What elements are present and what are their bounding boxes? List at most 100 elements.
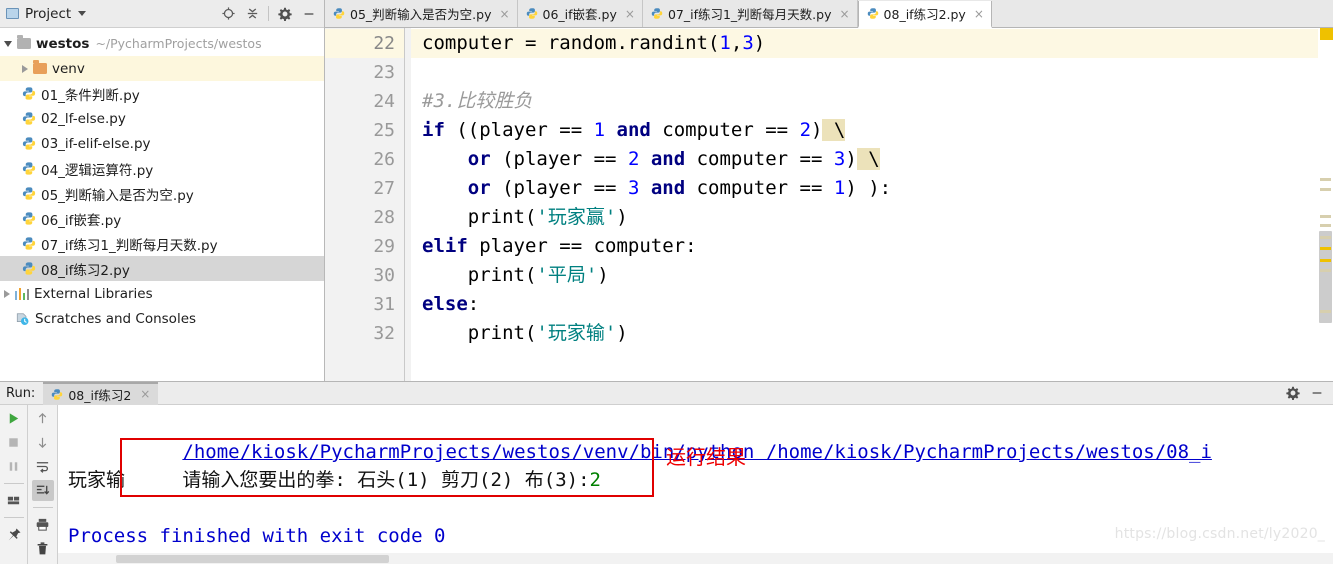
code-line[interactable]: print('平局') xyxy=(411,261,1333,290)
close-icon[interactable]: × xyxy=(140,387,150,401)
print-icon[interactable] xyxy=(32,514,54,535)
python-file-icon xyxy=(526,8,537,19)
code-token: #3.比较胜负 xyxy=(422,90,533,112)
code-line[interactable] xyxy=(411,58,1333,87)
editor-marker-scrollbar[interactable] xyxy=(1318,28,1333,381)
tree-item-label: 05_判断输入是否为空.py xyxy=(41,187,194,204)
collapse-all-icon[interactable] xyxy=(241,3,263,25)
editor-tab-label: 08_if练习2.py xyxy=(883,7,966,22)
tree-item-scratches[interactable]: Scratches and Consoles xyxy=(0,306,324,331)
pin-icon[interactable] xyxy=(3,524,25,545)
console-command-line[interactable]: /home/kiosk/PycharmProjects/westos/venv/… xyxy=(68,410,1333,463)
editor-tab[interactable]: 06_if嵌套.py × xyxy=(517,0,643,27)
tree-item-path: ~/PycharmProjects/westos xyxy=(95,36,262,51)
tree-item-python-file[interactable]: 05_判断输入是否为空.py xyxy=(0,181,324,206)
soft-wrap-icon[interactable] xyxy=(32,456,54,477)
python-file-icon xyxy=(22,262,36,275)
run-tab[interactable]: 08_if练习2 × xyxy=(43,381,159,405)
close-icon[interactable]: × xyxy=(839,7,849,21)
code-token: elif xyxy=(422,235,468,257)
code-token: 1 xyxy=(593,119,606,141)
run-panel-label: Run: xyxy=(6,385,36,401)
expand-arrow-icon[interactable] xyxy=(4,289,10,298)
code-line[interactable]: print('玩家输') xyxy=(411,319,1333,348)
tree-item-python-file[interactable]: 04_逻辑运算符.py xyxy=(0,156,324,181)
trash-icon[interactable] xyxy=(32,538,54,559)
code-line[interactable]: elif player == computer: xyxy=(411,232,1333,261)
scroll-down-icon[interactable] xyxy=(32,432,54,453)
code-token: ((player == xyxy=(444,119,594,141)
external-libraries-icon xyxy=(15,287,29,300)
run-console-toolbar xyxy=(28,405,58,564)
code-token: ) xyxy=(616,206,628,228)
expand-arrow-icon[interactable] xyxy=(22,64,28,73)
scroll-up-icon[interactable] xyxy=(32,408,54,429)
editor-tab[interactable]: 05_判断输入是否为空.py × xyxy=(325,0,518,27)
tree-item-folder[interactable]: venv xyxy=(0,56,324,81)
code-token: 3 xyxy=(627,177,640,199)
code-token: computer = random.randint( xyxy=(422,32,720,54)
scroll-marker xyxy=(1320,188,1331,191)
chevron-down-icon[interactable] xyxy=(78,11,87,16)
horizontal-scrollbar[interactable] xyxy=(116,555,389,563)
code-line[interactable]: #3.比较胜负 xyxy=(411,87,1333,116)
project-window-icon xyxy=(6,8,19,19)
tree-item-label: 04_逻辑运算符.py xyxy=(41,162,154,179)
tree-item-python-file[interactable]: 01_条件判断.py xyxy=(0,81,324,106)
code-content[interactable]: computer = random.randint(1,3) #3.比较胜负 if… xyxy=(411,28,1333,381)
scroll-to-end-icon[interactable] xyxy=(31,480,54,501)
editor-tab[interactable]: 08_if练习2.py × xyxy=(857,1,992,28)
scroll-marker xyxy=(1320,269,1331,272)
code-line[interactable]: computer = random.randint(1,3) xyxy=(411,29,1333,58)
close-icon[interactable]: × xyxy=(625,7,635,21)
code-line[interactable]: if ((player == 1 and computer == 2) \ xyxy=(411,116,1333,145)
code-token: 3 xyxy=(742,32,754,54)
layout-icon[interactable] xyxy=(3,490,25,511)
tree-item-python-file[interactable]: 06_if嵌套.py xyxy=(0,206,324,231)
settings-gear-icon[interactable] xyxy=(274,3,296,25)
scroll-marker xyxy=(1320,224,1331,227)
code-token: computer == xyxy=(685,177,834,199)
code-line[interactable]: print('玩家赢') xyxy=(411,203,1333,232)
code-token: ) xyxy=(597,264,609,286)
code-token: or xyxy=(467,177,491,199)
scroll-marker xyxy=(1320,215,1331,218)
close-icon[interactable]: × xyxy=(499,7,509,21)
code-token: and xyxy=(650,177,686,199)
python-file-icon xyxy=(22,162,36,175)
settings-gear-icon[interactable] xyxy=(1282,382,1304,404)
editor-tab[interactable]: 07_if练习1_判断每月天数.py × xyxy=(642,0,858,27)
minimize-icon[interactable] xyxy=(1306,382,1328,404)
project-tool-window: Project westos ~/PycharmProjects/westos … xyxy=(0,0,325,381)
python-file-icon xyxy=(22,137,36,150)
code-line[interactable]: or (player == 2 and computer == 3) \ xyxy=(411,145,1333,174)
tree-item-python-file[interactable]: 02_lf-else.py xyxy=(0,106,324,131)
console-output[interactable]: /home/kiosk/PycharmProjects/westos/venv/… xyxy=(58,405,1333,564)
stop-icon[interactable] xyxy=(3,432,25,453)
code-token: and xyxy=(650,148,686,170)
tree-item-python-file[interactable]: 03_if-elif-else.py xyxy=(0,131,324,156)
run-icon[interactable] xyxy=(3,408,25,429)
tree-item-label: Scratches and Consoles xyxy=(35,310,197,327)
close-icon[interactable]: × xyxy=(974,7,984,21)
code-line[interactable]: or (player == 3 and computer == 1) ): xyxy=(411,174,1333,203)
code-line[interactable]: else: xyxy=(411,290,1333,319)
scroll-marker-warning xyxy=(1320,247,1331,250)
pause-icon[interactable] xyxy=(3,456,25,477)
code-token: '玩家输' xyxy=(536,322,617,344)
minimize-icon[interactable] xyxy=(298,3,320,25)
code-token: computer == xyxy=(685,148,834,170)
tree-item-libraries[interactable]: External Libraries xyxy=(0,281,324,306)
folder-icon xyxy=(33,60,47,74)
tree-item-root-folder[interactable]: westos ~/PycharmProjects/westos xyxy=(0,31,324,56)
code-editor[interactable]: 22 23 24 25 26 27 28 29 30 31 32 computer = random… xyxy=(325,28,1333,381)
locate-target-icon[interactable] xyxy=(217,3,239,25)
expand-arrow-icon[interactable] xyxy=(4,40,12,47)
editor-tab-bar: 05_判断输入是否为空.py × 06_if嵌套.py × 07_if练习1_判断每月天… xyxy=(325,0,1333,28)
tree-item-python-file[interactable]: 08_if练习2.py xyxy=(0,256,324,281)
tree-item-label: 01_条件判断.py xyxy=(41,87,140,104)
tree-item-python-file[interactable]: 07_if练习1_判断每月天数.py xyxy=(0,231,324,256)
run-panel-body: /home/kiosk/PycharmProjects/westos/venv/… xyxy=(0,405,1333,564)
